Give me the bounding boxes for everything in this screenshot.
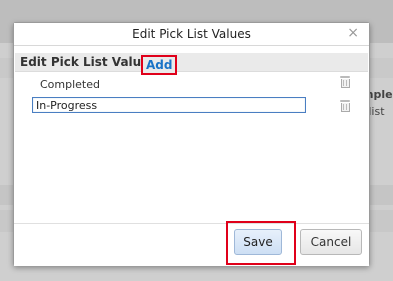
section-header: Edit Pick List Values [15,53,368,72]
close-icon[interactable]: × [347,26,359,40]
edit-pick-list-dialog: Edit Pick List Values × Edit Pick List V… [13,22,370,266]
dialog-title: Edit Pick List Values [132,27,251,41]
save-button[interactable]: Save [234,229,282,255]
trash-icon[interactable] [340,76,350,88]
pick-list-value-input[interactable] [32,97,306,113]
pick-list-value-completed: Completed [40,78,100,91]
section-title: Edit Pick List Values [20,55,157,69]
cancel-button[interactable]: Cancel [300,229,362,255]
trash-icon[interactable] [340,100,350,112]
dialog-header: Edit Pick List Values × [14,23,369,46]
add-link[interactable]: Add [141,55,178,75]
